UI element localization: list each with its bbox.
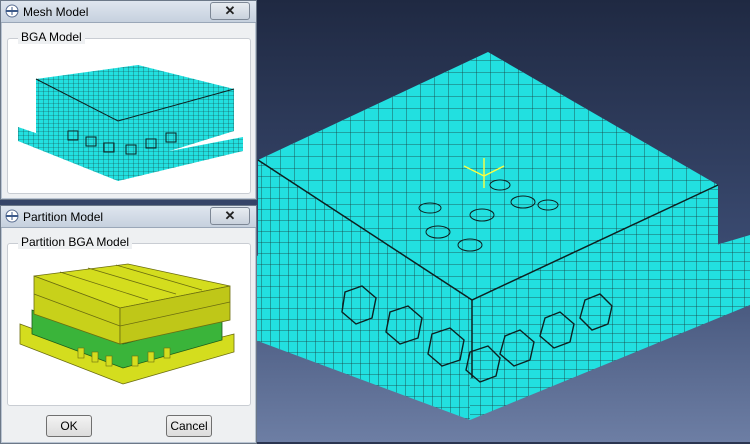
bga-mesh-preview [18, 65, 243, 181]
partition-bga-preview [19, 263, 235, 385]
bga-model-group: BGA Model [7, 30, 251, 194]
mesh-dialog-title: Mesh Model [23, 5, 89, 19]
crosshair-icon [5, 209, 19, 223]
partition-dialog-title: Partition Model [23, 210, 104, 224]
partition-bga-group: Partition BGA Model [7, 235, 251, 406]
mesh-dialog-titlebar[interactable]: Mesh Model ✕ [1, 1, 256, 23]
partition-dialog-close-button[interactable]: ✕ [210, 207, 250, 225]
cancel-button[interactable]: Cancel [166, 415, 212, 437]
mesh-dialog-close-button[interactable]: ✕ [210, 2, 250, 20]
partition-dialog-titlebar[interactable]: Partition Model ✕ [1, 206, 256, 228]
crosshair-icon [5, 4, 19, 18]
mesh-model-dialog: Mesh Model ✕ BGA Model [0, 0, 257, 200]
ok-button[interactable]: OK [46, 415, 92, 437]
partition-model-dialog: Partition Model ✕ Partition BGA Model OK… [0, 205, 257, 444]
close-icon: ✕ [224, 3, 236, 18]
close-icon: ✕ [224, 208, 236, 223]
